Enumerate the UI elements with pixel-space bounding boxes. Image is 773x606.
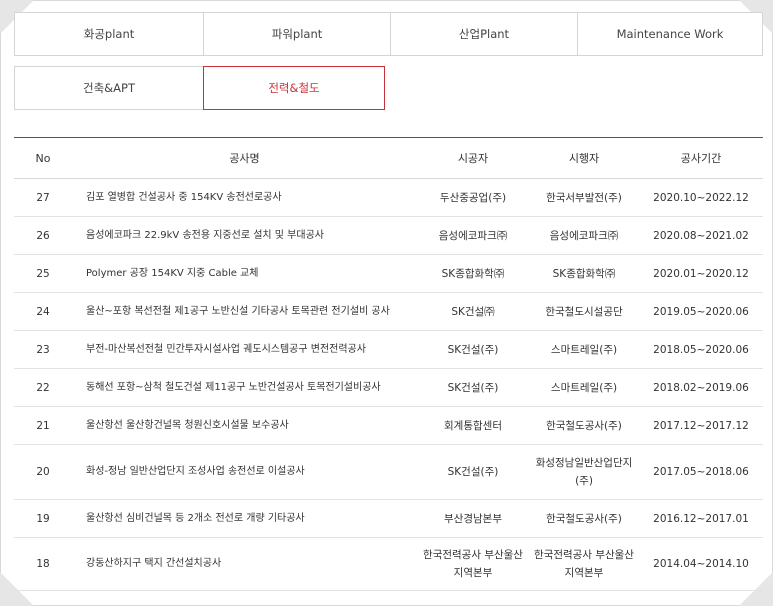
- cell-name: 울산~포항 복선전철 제1공구 노반신설 기타공사 토목관련 전기설비 공사: [72, 292, 417, 331]
- cell-contractor: SK종합화학㈜: [417, 254, 529, 293]
- cell-contractor: SK건설(주): [417, 330, 529, 369]
- cell-period: 2019.05~2020.06: [639, 292, 763, 331]
- cell-contractor: SK건설(주): [417, 368, 529, 407]
- cell-name: 화성-정남 일반산업단지 조성사업 송전선로 이설공사: [72, 444, 417, 500]
- cell-no: 21: [14, 406, 72, 445]
- table-row[interactable]: 27 김포 열병합 건설공사 중 154KV 송전선로공사 두산중공업(주) 한…: [14, 178, 763, 217]
- cell-name: 울산항선 심비건널목 등 2개소 전선로 개량 기타공사: [72, 499, 417, 538]
- cell-client: 한국철도공사(주): [529, 406, 639, 445]
- cell-client: 한국전력공사 부산울산지역본부: [529, 537, 639, 591]
- cell-client: 음성에코파크㈜: [529, 216, 639, 255]
- cell-no: 22: [14, 368, 72, 407]
- cell-no: 27: [14, 178, 72, 217]
- cell-period: 2018.05~2020.06: [639, 330, 763, 369]
- cell-period: 2016.12~2017.01: [639, 499, 763, 538]
- cell-no: 18: [14, 537, 72, 591]
- table-row[interactable]: 26 음성에코파크 22.9kV 송전용 지중선로 설치 및 부대공사 음성에코…: [14, 216, 763, 255]
- table-row[interactable]: 19 울산항선 심비건널목 등 2개소 전선로 개량 기타공사 부산경남본부 한…: [14, 499, 763, 538]
- cell-client: SK종합화학㈜: [529, 254, 639, 293]
- table-row[interactable]: 24 울산~포항 복선전철 제1공구 노반신설 기타공사 토목관련 전기설비 공…: [14, 292, 763, 331]
- cell-period: 2020.01~2020.12: [639, 254, 763, 293]
- cell-name: 동해선 포항~삼척 철도건설 제11공구 노반건설공사 토목전기설비공사: [72, 368, 417, 407]
- cell-period: 2017.12~2017.12: [639, 406, 763, 445]
- tab-chemical-plant[interactable]: 화공plant: [14, 12, 204, 56]
- table-row[interactable]: 23 부전-마산복선전철 민간투자시설사업 궤도시스템공구 변전전력공사 SK건…: [14, 330, 763, 369]
- tab-power-plant[interactable]: 파워plant: [203, 12, 391, 56]
- cell-client: 화성정남일반산업단지(주): [529, 444, 639, 500]
- cell-contractor: SK건설㈜: [417, 292, 529, 331]
- cell-contractor: SK건설(주): [417, 444, 529, 500]
- cell-period: 2017.05~2018.06: [639, 444, 763, 500]
- cell-name: 울산항선 울산항건널목 청원신호시설물 보수공사: [72, 406, 417, 445]
- cell-client: 한국철도시설공단: [529, 292, 639, 331]
- cell-client: 스마트레일(주): [529, 330, 639, 369]
- cell-name: 음성에코파크 22.9kV 송전용 지중선로 설치 및 부대공사: [72, 216, 417, 255]
- cell-name: Polymer 공장 154KV 지중 Cable 교체: [72, 254, 417, 293]
- cell-client: 한국철도공사(주): [529, 499, 639, 538]
- tab-maintenance-work[interactable]: Maintenance Work: [577, 12, 763, 56]
- cell-period: 2014.04~2014.10: [639, 537, 763, 591]
- header-client: 시행자: [529, 137, 639, 179]
- table-row[interactable]: 18 강동산하지구 택지 간선설치공사 한국전력공사 부산울산지역본부 한국전력…: [14, 537, 763, 591]
- cell-period: 2020.08~2021.02: [639, 216, 763, 255]
- header-contractor: 시공자: [417, 137, 529, 179]
- cell-name: 강동산하지구 택지 간선설치공사: [72, 537, 417, 591]
- table-row[interactable]: 21 울산항선 울산항건널목 청원신호시설물 보수공사 회계통합센터 한국철도공…: [14, 406, 763, 445]
- cell-client: 스마트레일(주): [529, 368, 639, 407]
- table-header-row: No 공사명 시공자 시행자 공사기간: [14, 137, 763, 179]
- tab-industrial-plant[interactable]: 산업Plant: [390, 12, 578, 56]
- cell-name: 부전-마산복선전철 민간투자시설사업 궤도시스템공구 변전전력공사: [72, 330, 417, 369]
- table-row[interactable]: 22 동해선 포항~삼척 철도건설 제11공구 노반건설공사 토목전기설비공사 …: [14, 368, 763, 407]
- cell-no: 26: [14, 216, 72, 255]
- cell-contractor: 부산경남본부: [417, 499, 529, 538]
- table-row[interactable]: 20 화성-정남 일반산업단지 조성사업 송전선로 이설공사 SK건설(주) 화…: [14, 444, 763, 500]
- cell-contractor: 두산중공업(주): [417, 178, 529, 217]
- header-name: 공사명: [72, 137, 417, 179]
- cell-contractor: 음성에코파크㈜: [417, 216, 529, 255]
- project-table: No 공사명 시공자 시행자 공사기간 27 김포 열병합 건설공사 중 154…: [14, 137, 763, 591]
- header-period: 공사기간: [639, 137, 763, 179]
- cell-client: 한국서부발전(주): [529, 178, 639, 217]
- cell-period: 2018.02~2019.06: [639, 368, 763, 407]
- cell-no: 25: [14, 254, 72, 293]
- cell-no: 24: [14, 292, 72, 331]
- cell-no: 20: [14, 444, 72, 500]
- tab-building-apt[interactable]: 건축&APT: [14, 66, 204, 110]
- cell-no: 19: [14, 499, 72, 538]
- cell-contractor: 한국전력공사 부산울산지역본부: [417, 537, 529, 591]
- header-no: No: [14, 137, 72, 179]
- cell-period: 2020.10~2022.12: [639, 178, 763, 217]
- cell-contractor: 회계통합센터: [417, 406, 529, 445]
- table-row[interactable]: 25 Polymer 공장 154KV 지중 Cable 교체 SK종합화학㈜ …: [14, 254, 763, 293]
- tab-power-railway[interactable]: 전력&철도: [203, 66, 385, 110]
- cell-name: 김포 열병합 건설공사 중 154KV 송전선로공사: [72, 178, 417, 217]
- cell-no: 23: [14, 330, 72, 369]
